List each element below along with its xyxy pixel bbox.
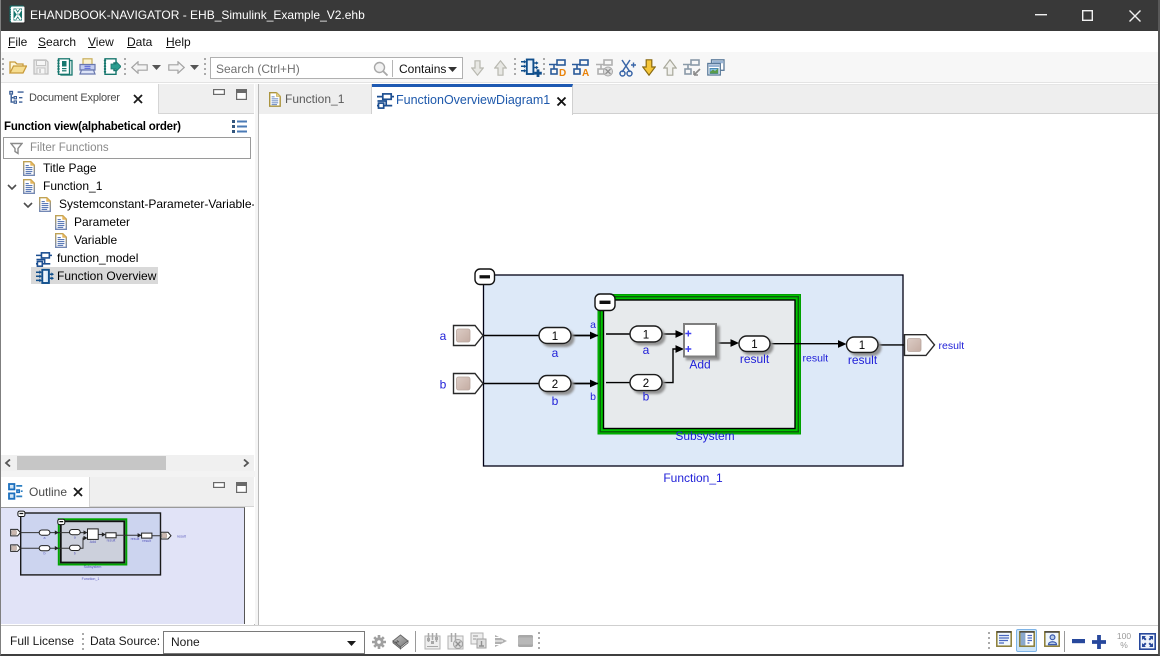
svg-text:Subsystem: Subsystem: [84, 565, 102, 569]
svg-text:Function_1: Function_1: [663, 471, 723, 485]
svg-text:b: b: [590, 391, 596, 403]
svg-text:b: b: [74, 551, 76, 555]
svg-text:Add: Add: [90, 540, 96, 544]
svg-text:1: 1: [751, 339, 757, 351]
svg-text:Add: Add: [689, 358, 710, 372]
svg-text:b: b: [440, 378, 447, 392]
svg-text:1: 1: [643, 330, 649, 342]
svg-text:a: a: [44, 536, 46, 540]
svg-text:Function_1: Function_1: [82, 577, 100, 581]
svg-text:1: 1: [859, 340, 865, 352]
svg-text:result: result: [848, 353, 878, 367]
svg-text:a: a: [643, 343, 650, 357]
svg-text:result: result: [142, 539, 151, 543]
svg-text:a: a: [590, 319, 596, 331]
svg-text:result: result: [939, 340, 965, 352]
svg-text:a: a: [440, 329, 447, 343]
svg-text:b: b: [643, 390, 650, 404]
svg-text:b: b: [552, 394, 559, 408]
svg-text:Subsystem: Subsystem: [675, 429, 734, 443]
svg-text:result: result: [131, 537, 140, 541]
svg-text:result: result: [803, 353, 829, 365]
svg-text:b: b: [44, 552, 46, 556]
svg-text:2: 2: [643, 378, 649, 390]
svg-text:D: D: [559, 68, 566, 77]
svg-text:result: result: [107, 539, 116, 543]
svg-text:a: a: [74, 536, 76, 540]
svg-text:result: result: [740, 352, 770, 366]
svg-text:2: 2: [552, 379, 558, 391]
svg-text:1: 1: [552, 331, 558, 343]
svg-text:A: A: [582, 68, 589, 77]
svg-text:a: a: [552, 346, 559, 360]
svg-text:result: result: [177, 535, 186, 539]
